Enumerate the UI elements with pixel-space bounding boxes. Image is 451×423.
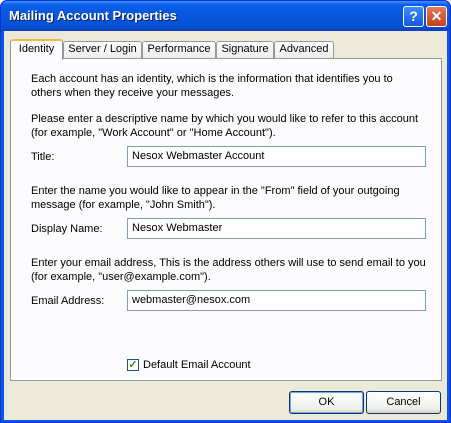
tab-identity[interactable]: Identity xyxy=(10,39,63,60)
help-button[interactable]: ? xyxy=(403,6,424,27)
cancel-button[interactable]: Cancel xyxy=(366,391,441,414)
display-help-line2: message (for example, "John Smith"). xyxy=(31,199,216,211)
default-account-checkbox[interactable]: ✓ xyxy=(127,359,139,371)
title-help-line2: (for example, "Work Account" or "Home Ac… xyxy=(31,127,276,139)
tab-performance[interactable]: Performance xyxy=(142,41,216,58)
display-help-line1: Enter the name you would like to appear … xyxy=(31,185,400,197)
tab-server-login[interactable]: Server / Login xyxy=(63,41,142,58)
close-button[interactable]: ✕ xyxy=(426,6,447,27)
email-help-line1: Enter your email address, This is the ad… xyxy=(31,257,426,269)
display-name-input[interactable]: Nesox Webmaster xyxy=(127,218,426,239)
email-address-label: Email Address: xyxy=(31,295,105,307)
display-name-label: Display Name: xyxy=(31,223,103,235)
ok-button[interactable]: OK xyxy=(289,391,364,414)
email-address-input[interactable]: webmaster@nesox.com xyxy=(127,290,426,311)
intro-text-line2: others when they receive your messages. xyxy=(31,87,234,99)
email-help-line2: (for example, "user@example.com"). xyxy=(31,271,211,283)
window-title: Mailing Account Properties xyxy=(9,8,177,23)
title-label: Title: xyxy=(31,151,55,163)
tab-signature[interactable]: Signature xyxy=(216,41,274,58)
dialog-window: Mailing Account Properties ? ✕ Identity … xyxy=(0,0,451,423)
title-bar[interactable]: Mailing Account Properties ? ✕ xyxy=(1,1,450,31)
title-help-line1: Please enter a descriptive name by which… xyxy=(31,113,419,125)
dialog-client: Identity Server / Login Performance Sign… xyxy=(4,31,447,420)
title-input[interactable]: Nesox Webmaster Account xyxy=(127,146,426,167)
intro-text-line1: Each account has an identity, which is t… xyxy=(31,73,393,85)
default-account-label[interactable]: Default Email Account xyxy=(143,358,251,372)
identity-panel: Each account has an identity, which is t… xyxy=(10,58,442,381)
tab-advanced[interactable]: Advanced xyxy=(274,41,334,58)
